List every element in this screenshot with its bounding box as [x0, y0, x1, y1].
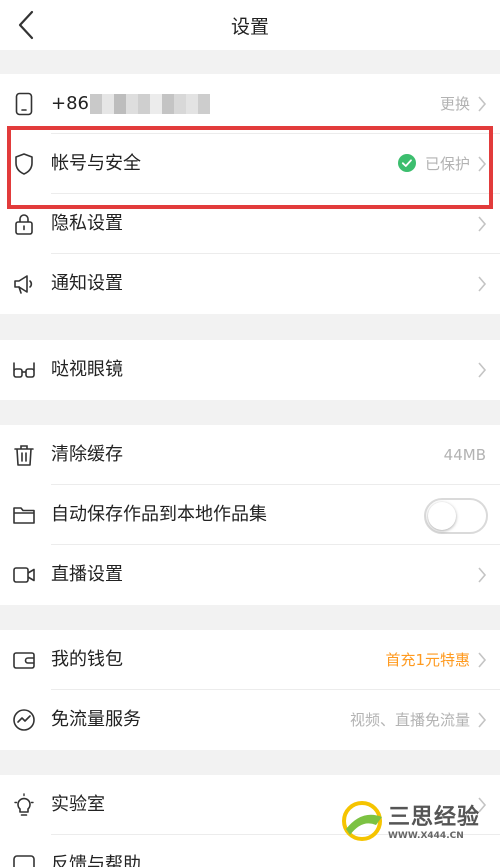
row-clear-cache[interactable]: 清除缓存 44MB	[0, 425, 500, 485]
free-traffic-label: 免流量服务	[51, 709, 141, 730]
change-phone-value: 更换	[439, 95, 470, 113]
chevron-right-icon	[478, 96, 487, 112]
row-live-settings[interactable]: 直播设置	[0, 545, 500, 605]
watermark: 三思经验 WWW.X444.CN	[340, 795, 500, 850]
phone-number-label: +86	[51, 93, 89, 114]
phone-icon	[15, 92, 33, 116]
chevron-right-icon	[478, 216, 487, 232]
storage-section: 清除缓存 44MB 自动保存作品到本地作品集 直播设置	[0, 425, 500, 605]
watermark-url: WWW.X444.CN	[388, 831, 464, 841]
wallet-label: 我的钱包	[51, 649, 123, 670]
help-label: 反馈与帮助	[51, 854, 141, 867]
speaker-icon	[14, 275, 33, 294]
row-auto-save: 自动保存作品到本地作品集	[0, 485, 500, 545]
watermark-text: 三思经验	[388, 805, 481, 830]
top-bar: 设置	[0, 0, 500, 50]
glasses-icon	[13, 362, 35, 378]
live-settings-label: 直播设置	[51, 564, 123, 585]
row-free-traffic[interactable]: 免流量服务 视频、直播免流量	[0, 690, 500, 750]
toggle-knob	[428, 502, 456, 530]
clear-cache-label: 清除缓存	[51, 444, 123, 465]
cache-size: 44MB	[443, 446, 486, 464]
wallet-section: 我的钱包 首充1元特惠 免流量服务 视频、直播免流量	[0, 630, 500, 750]
row-notification[interactable]: 通知设置	[0, 254, 500, 314]
folder-icon	[13, 507, 35, 524]
trash-icon	[14, 445, 34, 466]
lock-icon	[15, 214, 33, 235]
free-traffic-desc: 视频、直播免流量	[349, 711, 470, 729]
video-camera-icon	[13, 567, 35, 583]
traffic-icon	[13, 709, 35, 731]
chevron-right-icon	[478, 362, 487, 378]
lightbulb-icon	[14, 793, 34, 816]
row-glasses[interactable]: 哒视眼镜	[0, 340, 500, 400]
privacy-section: 隐私设置 通知设置	[0, 194, 500, 314]
wallet-icon	[13, 652, 35, 669]
row-phone[interactable]: +86 更换	[0, 74, 500, 134]
watermark-logo-icon	[342, 801, 382, 841]
glasses-label: 哒视眼镜	[51, 359, 123, 380]
page-title: 设置	[230, 16, 269, 38]
wallet-promo: 首充1元特惠	[385, 651, 470, 669]
row-wallet[interactable]: 我的钱包 首充1元特惠	[0, 630, 500, 690]
notification-label: 通知设置	[51, 273, 123, 294]
blurred-phone-digits	[90, 94, 210, 114]
highlight-box	[7, 126, 493, 209]
chevron-right-icon	[478, 567, 487, 583]
auto-save-toggle[interactable]	[424, 498, 488, 534]
privacy-label: 隐私设置	[51, 213, 123, 234]
help-icon	[13, 855, 35, 867]
chevron-right-icon	[478, 276, 487, 292]
glasses-section: 哒视眼镜	[0, 340, 500, 400]
auto-save-label: 自动保存作品到本地作品集	[51, 504, 267, 525]
chevron-right-icon	[478, 712, 487, 728]
lab-label: 实验室	[51, 794, 105, 815]
chevron-right-icon	[478, 652, 487, 668]
